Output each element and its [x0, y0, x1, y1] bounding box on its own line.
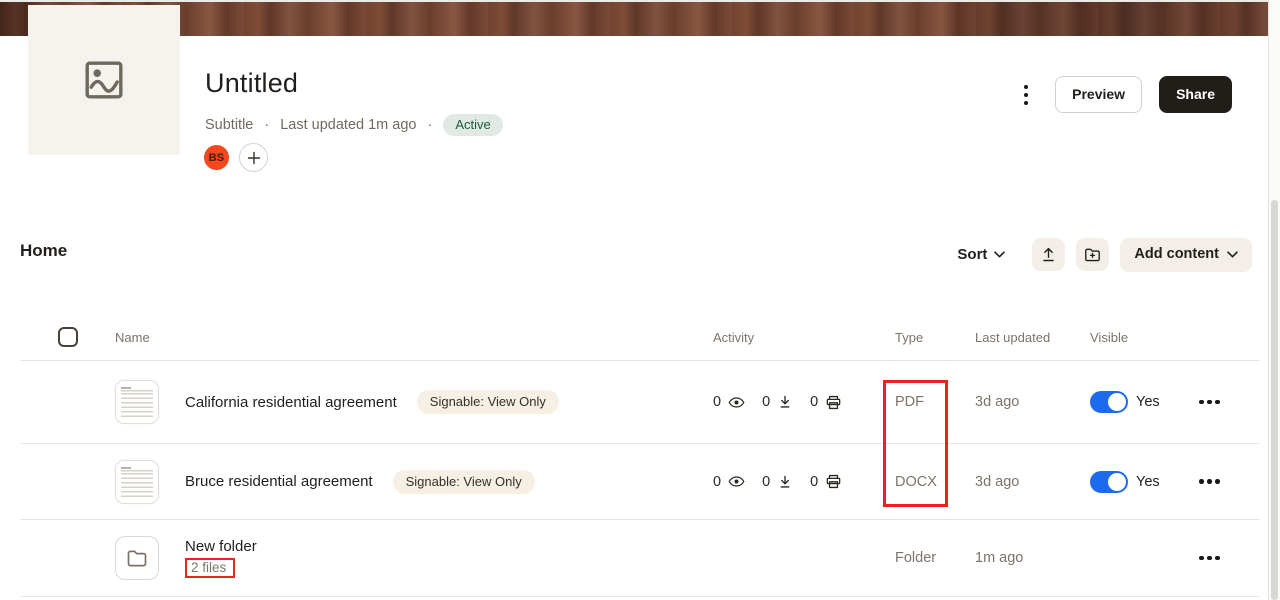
- chevron-down-icon: [994, 251, 1005, 258]
- prints-count: 0: [810, 394, 818, 410]
- folder-thumbnail[interactable]: [115, 536, 159, 580]
- section-title: Home: [20, 241, 67, 261]
- downloads-count: 0: [762, 474, 770, 490]
- visibility-label: Yes: [1136, 474, 1160, 490]
- plus-icon: [246, 150, 262, 166]
- share-button[interactable]: Share: [1159, 76, 1232, 113]
- dot-separator: ·: [427, 117, 432, 133]
- select-all-checkbox[interactable]: [58, 327, 78, 347]
- download-icon: [776, 473, 794, 491]
- preview-button[interactable]: Preview: [1055, 76, 1142, 113]
- column-header-visible: Visible: [1070, 330, 1185, 345]
- printer-icon: [824, 393, 843, 412]
- folder-icon: [125, 546, 149, 570]
- column-header-name: Name: [115, 330, 695, 345]
- eye-icon: [727, 393, 746, 412]
- status-badge: Active: [443, 114, 502, 136]
- row-overflow-button[interactable]: [1199, 556, 1220, 561]
- signable-badge: Signable: View Only: [393, 470, 535, 494]
- download-icon: [776, 393, 794, 411]
- upload-icon: [1039, 245, 1058, 264]
- files-table: Name Activity Type Last updated Visible …: [20, 315, 1260, 597]
- avatar[interactable]: BS: [202, 143, 231, 172]
- folder-plus-icon: [1083, 245, 1102, 264]
- eye-icon: [727, 472, 746, 491]
- printer-icon: [824, 472, 843, 491]
- column-header-last-updated: Last updated: [955, 330, 1070, 345]
- add-content-button[interactable]: Add content: [1120, 238, 1252, 272]
- activity-cell: 0 0 0: [695, 472, 880, 491]
- wood-banner: [0, 0, 1268, 36]
- last-updated-label: 3d ago: [955, 474, 1070, 490]
- file-name-link[interactable]: California residential agreement: [185, 394, 397, 411]
- table-header-row: Name Activity Type Last updated Visible: [20, 315, 1260, 361]
- prints-count: 0: [810, 474, 818, 490]
- last-updated-label: 1m ago: [955, 550, 1070, 566]
- file-type-label: PDF: [880, 394, 955, 410]
- upload-button[interactable]: [1032, 238, 1065, 271]
- last-updated-label: 3d ago: [955, 394, 1070, 410]
- visibility-toggle[interactable]: [1090, 471, 1128, 493]
- last-updated-label: Last updated 1m ago: [280, 117, 416, 133]
- document-thumbnail[interactable]: [115, 380, 159, 424]
- add-collaborator-button[interactable]: [239, 143, 268, 172]
- downloads-count: 0: [762, 394, 770, 410]
- add-content-label: Add content: [1134, 247, 1219, 262]
- dot-separator: ·: [264, 117, 269, 133]
- column-header-activity: Activity: [695, 330, 880, 345]
- visibility-toggle[interactable]: [1090, 391, 1128, 413]
- file-type-label: DOCX: [880, 474, 955, 490]
- activity-cell: 0 0 0: [695, 393, 880, 412]
- toggle-knob: [1108, 393, 1126, 411]
- signable-badge: Signable: View Only: [417, 390, 559, 414]
- chevron-down-icon: [1227, 251, 1238, 258]
- column-header-type: Type: [880, 330, 955, 345]
- document-thumbnail[interactable]: [115, 460, 159, 504]
- file-type-label: Folder: [880, 550, 955, 566]
- table-row[interactable]: New folder 2 files Folder 1m ago: [20, 520, 1260, 597]
- cover-thumbnail[interactable]: [28, 5, 180, 155]
- header-actions: Preview Share: [1014, 76, 1232, 113]
- content-toolbar: Sort Add content: [955, 238, 1252, 272]
- document-preview-lines: [121, 387, 153, 417]
- views-count: 0: [713, 474, 721, 490]
- table-row[interactable]: Bruce residential agreement Signable: Vi…: [20, 444, 1260, 520]
- document-space-page: Untitled Subtitle · Last updated 1m ago …: [0, 0, 1280, 600]
- scrollbar-thumb[interactable]: [1271, 200, 1278, 600]
- sort-label: Sort: [957, 246, 987, 263]
- toggle-knob: [1108, 473, 1126, 491]
- vertical-scrollbar[interactable]: [1268, 0, 1280, 600]
- row-overflow-button[interactable]: [1199, 400, 1220, 405]
- file-name-link[interactable]: Bruce residential agreement: [185, 473, 373, 490]
- document-preview-lines: [121, 467, 153, 497]
- image-icon: [80, 56, 128, 104]
- page-title: Untitled: [205, 68, 298, 99]
- subtitle-label: Subtitle: [205, 117, 253, 133]
- folder-name-link[interactable]: New folder: [185, 538, 257, 555]
- row-overflow-button[interactable]: [1199, 479, 1220, 484]
- overflow-menu-button[interactable]: [1014, 77, 1038, 112]
- visibility-label: Yes: [1136, 394, 1160, 410]
- folder-file-count: 2 files: [185, 558, 235, 578]
- sort-button[interactable]: Sort: [955, 240, 1007, 269]
- table-row[interactable]: California residential agreement Signabl…: [20, 361, 1260, 444]
- views-count: 0: [713, 394, 721, 410]
- collaborators: BS: [202, 143, 268, 172]
- new-folder-button[interactable]: [1076, 238, 1109, 271]
- subtitle-row: Subtitle · Last updated 1m ago · Active: [205, 113, 503, 137]
